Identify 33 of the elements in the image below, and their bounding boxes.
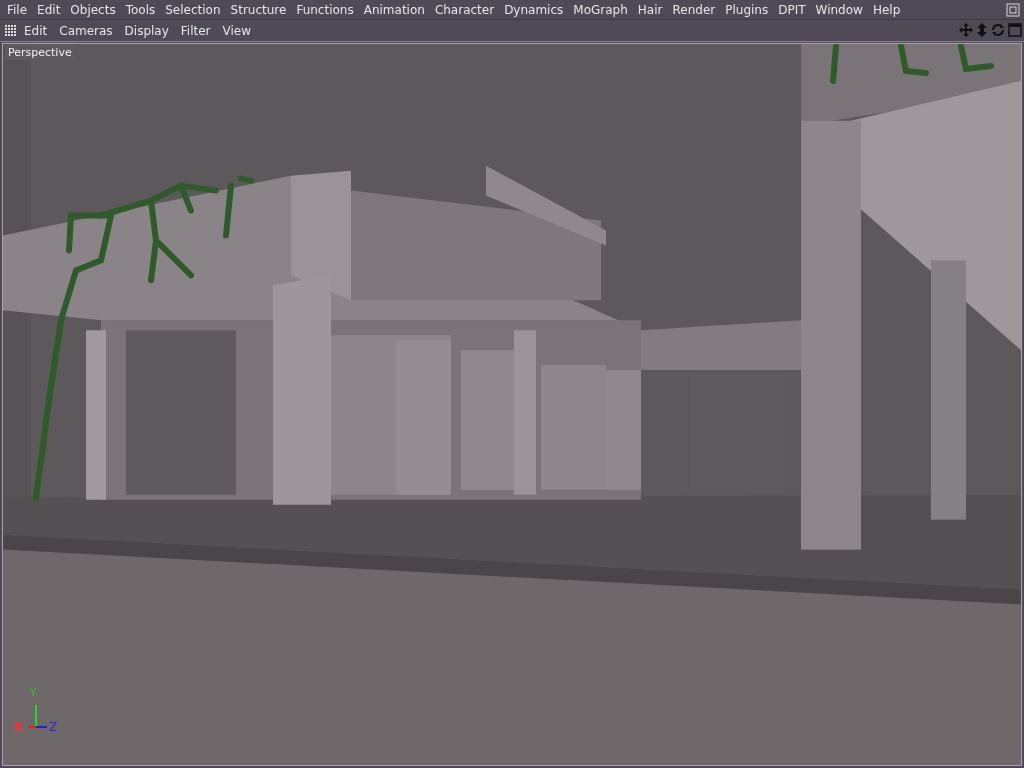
x-axis-label: X — [13, 720, 24, 733]
menu-item[interactable]: Tools — [120, 0, 161, 19]
menu-item[interactable]: DPIT — [773, 0, 811, 19]
maximize-icon[interactable] — [1008, 23, 1022, 37]
vertical-arrows-icon[interactable] — [976, 23, 988, 37]
menu-item[interactable]: Render — [667, 0, 721, 19]
rotate-icon[interactable] — [991, 23, 1005, 37]
window-restore-icon[interactable] — [1006, 3, 1020, 17]
viewport-menu-item[interactable]: Edit — [18, 21, 54, 40]
menu-item[interactable]: Window — [810, 0, 868, 19]
menu-item[interactable]: Help — [867, 0, 906, 19]
menu-item[interactable]: Animation — [358, 0, 430, 19]
move-icon[interactable] — [959, 23, 973, 37]
menu-item[interactable]: Hair — [632, 0, 668, 19]
menu-item[interactable]: File — [2, 0, 33, 19]
viewport-menu-item[interactable]: View — [216, 21, 258, 40]
menu-item[interactable]: Dynamics — [499, 0, 569, 19]
menu-item[interactable]: Character — [429, 0, 500, 19]
menu-item[interactable]: MoGraph — [568, 0, 633, 19]
menu-item[interactable]: Edit — [32, 0, 66, 19]
menu-item[interactable]: Plugins — [720, 0, 774, 19]
viewport-menu-item[interactable]: Cameras — [53, 21, 119, 40]
z-axis-label: Z — [49, 721, 58, 733]
viewport-menu-item[interactable]: Filter — [174, 21, 217, 40]
y-axis-label: Y — [30, 687, 37, 699]
menu-item[interactable]: Objects — [65, 0, 121, 19]
menu-item[interactable]: Structure — [225, 0, 292, 19]
grip-icon[interactable] — [4, 24, 18, 37]
viewport-menu-item[interactable]: Display — [118, 21, 175, 40]
axis-gizmo-icon — [27, 705, 47, 729]
camera-label: Perspective — [5, 45, 75, 60]
menu-item[interactable]: Functions — [291, 0, 359, 19]
menu-item[interactable]: Selection — [160, 0, 226, 19]
